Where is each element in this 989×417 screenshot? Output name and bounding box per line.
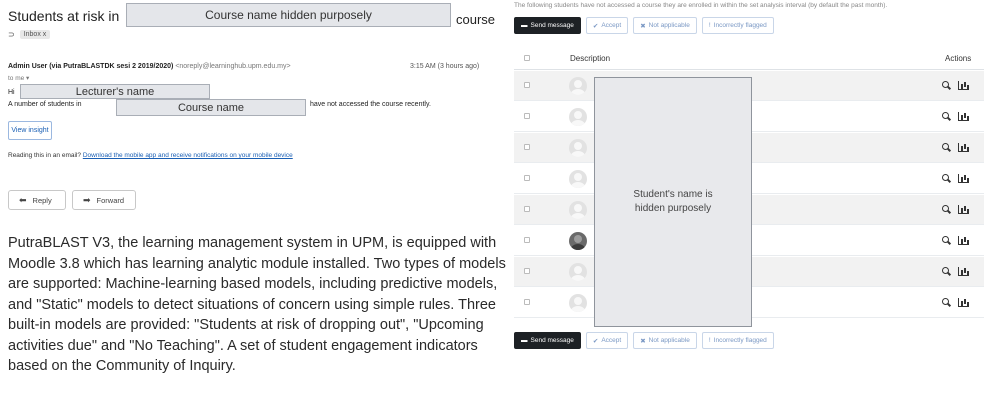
check-icon: ✔: [592, 22, 599, 30]
row-checkbox[interactable]: [524, 113, 530, 119]
sender-address: <noreply@learninghub.upm.edu.my>: [175, 63, 291, 70]
forward-button[interactable]: ➡ Forward: [72, 190, 136, 210]
reply-arrow-icon: ⬅: [19, 194, 27, 205]
chart-icon[interactable]: [958, 143, 968, 152]
bottom-toolbar: ▬ Send message ✔ Accept ✖ Not applicable…: [514, 332, 774, 349]
avatar: [569, 139, 587, 157]
chart-icon[interactable]: [958, 112, 968, 121]
row-checkbox[interactable]: [524, 299, 530, 305]
exclamation-icon: !: [708, 337, 711, 344]
row-checkbox[interactable]: [524, 82, 530, 88]
top-toolbar: ▬ Send message ✔ Accept ✖ Not applicable…: [514, 17, 774, 34]
body-suffix: have not accessed the course recently.: [310, 101, 431, 108]
avatar: [569, 201, 587, 219]
accept-button-bottom[interactable]: ✔ Accept: [585, 332, 629, 349]
description-column-header: Description: [570, 54, 611, 63]
reply-label: Reply: [32, 195, 52, 205]
chart-icon[interactable]: [958, 174, 968, 183]
incorrectly-flagged-label: Incorrectly flagged: [713, 22, 767, 29]
send-message-button[interactable]: ▬ Send message: [514, 17, 581, 34]
chart-icon[interactable]: [958, 298, 968, 307]
row-actions: [942, 174, 968, 183]
lecturer-name-hidden-box: Lecturer's name: [20, 84, 210, 99]
incorrectly-flagged-button[interactable]: ! Incorrectly flagged: [701, 17, 774, 34]
row-actions: [942, 298, 968, 307]
send-message-label: Send message: [530, 337, 574, 344]
incorrectly-flagged-button-bottom[interactable]: ! Incorrectly flagged: [701, 332, 774, 349]
chart-icon[interactable]: [958, 236, 968, 245]
speech-bubble-icon: ▬: [521, 22, 528, 29]
forward-label: Forward: [96, 195, 125, 205]
row-actions: [942, 81, 968, 90]
row-checkbox[interactable]: [524, 206, 530, 212]
avatar: [569, 263, 587, 281]
email-subject-prefix: Students at risk in: [8, 8, 120, 24]
row-checkbox[interactable]: [524, 144, 530, 150]
row-actions: [942, 143, 968, 152]
row-actions: [942, 236, 968, 245]
description-paragraph: PutraBLAST V3, the learning management s…: [8, 235, 506, 374]
x-icon: ✖: [640, 22, 646, 30]
x-icon: ✖: [640, 337, 646, 345]
row-checkbox[interactable]: [524, 268, 530, 274]
sender-line: Admin User (via PutraBLASTDK sesi 2 2019…: [8, 63, 291, 70]
zoom-icon[interactable]: [942, 143, 951, 152]
speech-bubble-icon: ▬: [521, 337, 528, 344]
chart-icon[interactable]: [958, 205, 968, 214]
row-checkbox[interactable]: [524, 237, 530, 243]
not-applicable-button-bottom[interactable]: ✖ Not applicable: [633, 332, 697, 349]
incorrectly-flagged-label: Incorrectly flagged: [713, 337, 767, 344]
zoom-icon[interactable]: [942, 298, 951, 307]
exclamation-icon: !: [708, 22, 711, 29]
reply-button[interactable]: ⬅ Reply: [8, 190, 66, 210]
course-name-hidden-box: Course name: [116, 99, 306, 116]
actions-column-header: Actions: [945, 54, 972, 63]
not-applicable-label: Not applicable: [648, 337, 690, 344]
avatar: [569, 294, 587, 312]
zoom-icon[interactable]: [942, 205, 951, 214]
inbox-badge[interactable]: Inbox x: [19, 30, 51, 39]
row-actions: [942, 205, 968, 214]
label-row: ⊃ Inbox x: [8, 30, 51, 39]
avatar: [569, 108, 587, 126]
zoom-icon[interactable]: [942, 81, 951, 90]
student-hidden-note: Student's name is hidden purposely: [633, 189, 713, 214]
row-actions: [942, 267, 968, 276]
accept-label: Accept: [601, 22, 622, 29]
select-all-checkbox[interactable]: [524, 55, 530, 61]
row-actions: [942, 112, 968, 121]
reading-prefix: Reading this in an email?: [8, 152, 81, 159]
avatar: [569, 77, 587, 95]
zoom-icon[interactable]: [942, 174, 951, 183]
sender-name: Admin User (via PutraBLASTDK sesi 2 2019…: [8, 63, 174, 70]
check-icon: ✔: [592, 337, 599, 345]
email-subject-suffix: course: [456, 12, 496, 27]
mobile-app-note: Reading this in an email? Download the m…: [8, 152, 293, 159]
greeting: Hi: [8, 89, 15, 96]
zoom-icon[interactable]: [942, 267, 951, 276]
mobile-app-link[interactable]: Download the mobile app and receive noti…: [83, 152, 293, 159]
body-prefix: A number of students in: [8, 101, 82, 108]
avatar: [569, 232, 587, 250]
student-name-hidden-box: Student's name is hidden purposely: [594, 77, 752, 327]
label-icon: ⊃: [8, 30, 15, 39]
chart-icon[interactable]: [958, 267, 968, 276]
accept-button[interactable]: ✔ Accept: [585, 17, 629, 34]
recipient-toggle[interactable]: to me ▾: [8, 74, 29, 82]
subject-course-hidden-box: Course name hidden purposely: [126, 3, 451, 27]
chart-icon[interactable]: [958, 81, 968, 90]
accept-label: Accept: [601, 337, 622, 344]
not-applicable-label: Not applicable: [648, 22, 690, 29]
zoom-icon[interactable]: [942, 236, 951, 245]
insight-intro-text: The following students have not accessed…: [514, 2, 888, 9]
avatar: [569, 170, 587, 188]
view-insight-button[interactable]: View insight: [8, 121, 52, 140]
zoom-icon[interactable]: [942, 112, 951, 121]
row-checkbox[interactable]: [524, 175, 530, 181]
send-message-label: Send message: [530, 22, 574, 29]
email-timestamp: 3:15 AM (3 hours ago): [410, 63, 480, 70]
not-applicable-button[interactable]: ✖ Not applicable: [633, 17, 697, 34]
send-message-button-bottom[interactable]: ▬ Send message: [514, 332, 581, 349]
forward-arrow-icon: ➡: [83, 194, 91, 205]
